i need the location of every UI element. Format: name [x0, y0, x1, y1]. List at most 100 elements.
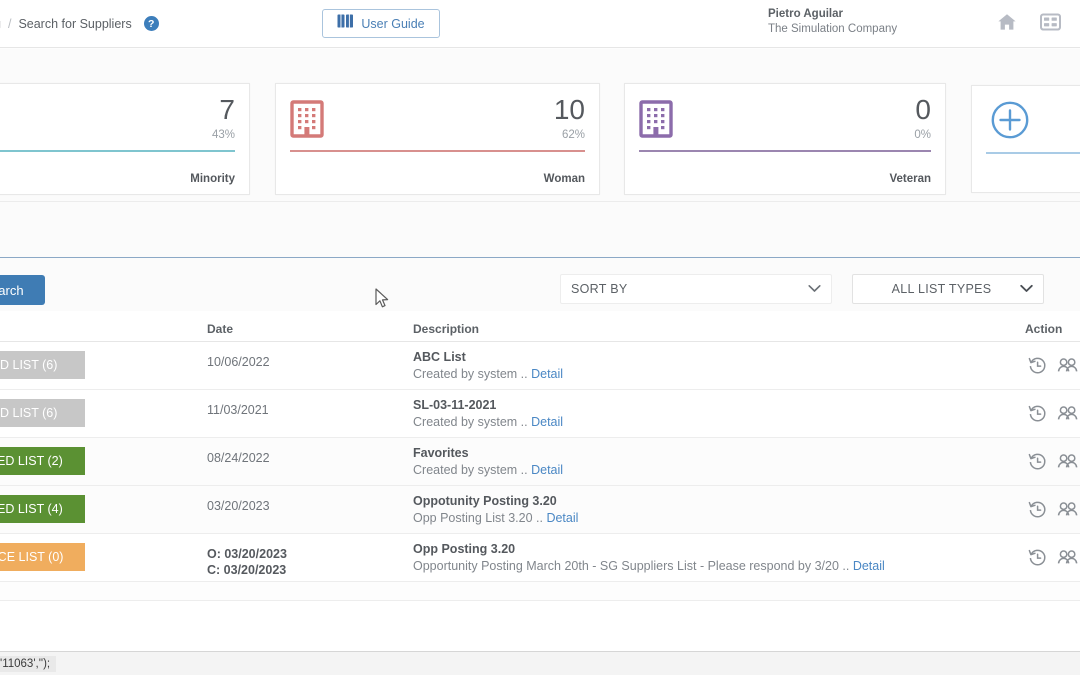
list-type-badge[interactable]: SHARED LIST (4): [0, 495, 85, 523]
user-guide-button[interactable]: User Guide: [322, 9, 440, 38]
add-card-accent-rule: [986, 152, 1080, 154]
list-title[interactable]: ABC List: [413, 349, 563, 366]
breadcrumb-separator: /: [7, 16, 12, 31]
breadcrumb: g / Search for Suppliers ?: [0, 16, 159, 31]
stat-accent-rule: [290, 150, 585, 152]
stat-card-veteran[interactable]: 0 0% Veteran: [624, 83, 946, 195]
user-company: The Simulation Company: [768, 23, 898, 35]
status-bar-text: '11063','');: [0, 655, 57, 672]
list-types-label: ALL LIST TYPES: [891, 282, 992, 296]
table-row[interactable]: SAVED LIST (6) 11/03/2021 SL-03-11-2021 …: [0, 390, 1080, 438]
people-icon[interactable]: [1057, 356, 1078, 375]
history-icon[interactable]: [1028, 452, 1047, 471]
stat-cards-row: 7 43% Minority 10 62% Woman 0 0% Veteran: [0, 49, 1080, 201]
help-icon[interactable]: ?: [143, 16, 159, 31]
list-title[interactable]: Favorites: [413, 445, 563, 462]
detail-link[interactable]: Detail: [531, 367, 563, 381]
list-subtitle: Opportunity Posting March 20th - SG Supp…: [413, 558, 885, 575]
building-icon: [639, 100, 673, 143]
history-icon[interactable]: [1028, 356, 1047, 375]
user-name: Pietro Aguilar: [768, 8, 843, 20]
stat-label: Veteran: [889, 173, 931, 185]
cell-action: [1028, 356, 1078, 375]
people-icon[interactable]: [1057, 404, 1078, 423]
search-input[interactable]: [0, 226, 1080, 257]
list-title[interactable]: SL-03-11-2021: [413, 397, 563, 414]
history-icon[interactable]: [1028, 548, 1047, 567]
chevron-down-icon: [808, 280, 821, 298]
cell-description: Oppotunity Posting 3.20 Opp Posting List…: [413, 493, 578, 527]
detail-link[interactable]: Detail: [546, 511, 578, 525]
list-type-badge[interactable]: SAVED LIST (6): [0, 351, 85, 379]
building-icon: [290, 100, 324, 143]
list-type-badge[interactable]: SAVED LIST (6): [0, 399, 85, 427]
app-page: g / Search for Suppliers ? User Guide Pi…: [0, 0, 1080, 675]
list-subtitle-text: Opportunity Posting March 20th - SG Supp…: [413, 559, 850, 573]
stat-percent: 43%: [211, 129, 235, 141]
chevron-down-icon: [1020, 280, 1033, 298]
table-row[interactable]: SAVED LIST (6) 10/06/2022 ABC List Creat…: [0, 342, 1080, 390]
cell-date: 03/20/2023: [207, 499, 270, 513]
cell-action: [1028, 404, 1078, 423]
grid-icon[interactable]: [1040, 12, 1061, 32]
top-header: g / Search for Suppliers ? User Guide Pi…: [0, 0, 1080, 48]
header-nav-icons: [996, 12, 1061, 32]
detail-link[interactable]: Detail: [531, 463, 563, 477]
footer-spacer: [0, 600, 1080, 651]
list-title[interactable]: Opp Posting 3.20: [413, 541, 885, 558]
search-button[interactable]: Search: [0, 275, 45, 305]
stat-value: 0: [915, 94, 931, 125]
home-icon[interactable]: [996, 12, 1018, 32]
stat-card-minority[interactable]: 7 43% Minority: [0, 83, 250, 195]
list-type-badge[interactable]: SHARED LIST (2): [0, 447, 85, 475]
detail-link[interactable]: Detail: [531, 415, 563, 429]
cell-description: Favorites Created by system .. Detail: [413, 445, 563, 479]
sort-by-label: SORT BY: [571, 282, 628, 296]
people-icon[interactable]: [1057, 548, 1078, 567]
list-subtitle-text: Opp Posting List 3.20 ..: [413, 511, 543, 525]
list-title[interactable]: Oppotunity Posting 3.20: [413, 493, 578, 510]
list-type-badge[interactable]: SOURCE LIST (0): [0, 543, 85, 571]
table-header-row: Date Description Action: [0, 311, 1080, 342]
table-row[interactable]: SHARED LIST (2) 08/24/2022 Favorites Cre…: [0, 438, 1080, 486]
stat-label: Woman: [543, 173, 585, 185]
cell-description: ABC List Created by system .. Detail: [413, 349, 563, 383]
people-icon[interactable]: [1057, 500, 1078, 519]
column-header-date: Date: [207, 322, 234, 336]
breadcrumb-current[interactable]: Search for Suppliers: [18, 17, 131, 31]
stat-accent-rule: [639, 150, 931, 152]
stat-card-add[interactable]: [971, 85, 1080, 193]
cell-date-close: C: 03/20/2023: [207, 563, 287, 577]
stat-label: Minority: [190, 173, 235, 185]
search-input-wrapper: [0, 226, 1080, 258]
table-row[interactable]: SOURCE LIST (0) O: 03/20/2023 C: 03/20/2…: [0, 534, 1080, 582]
list-types-dropdown[interactable]: ALL LIST TYPES: [852, 274, 1044, 304]
history-icon[interactable]: [1028, 404, 1047, 423]
plus-circle-icon[interactable]: [990, 100, 1030, 145]
user-guide-label: User Guide: [361, 16, 425, 31]
user-info[interactable]: Pietro Aguilar The Simulation Company: [768, 7, 948, 37]
stat-value: 7: [219, 94, 235, 125]
cell-description: SL-03-11-2021 Created by system .. Detai…: [413, 397, 563, 431]
detail-link[interactable]: Detail: [853, 559, 885, 573]
sort-by-dropdown[interactable]: SORT BY: [560, 274, 832, 304]
browser-status-bar: '11063','');: [0, 651, 1080, 675]
table-row[interactable]: SHARED LIST (4) 03/20/2023 Oppotunity Po…: [0, 486, 1080, 534]
cell-date-open: O: 03/20/2023: [207, 547, 287, 561]
list-subtitle: Created by system .. Detail: [413, 462, 563, 479]
cell-action: [1028, 500, 1078, 519]
cell-action: [1028, 452, 1078, 471]
stat-accent-rule: [0, 150, 235, 152]
cell-description: Opp Posting 3.20 Opportunity Posting Mar…: [413, 541, 885, 575]
stat-value: 10: [553, 94, 585, 125]
stat-card-woman[interactable]: 10 62% Woman: [275, 83, 600, 195]
cell-action: [1028, 548, 1078, 567]
history-icon[interactable]: [1028, 500, 1047, 519]
column-header-action: Action: [1025, 322, 1063, 336]
breadcrumb-parent[interactable]: g: [0, 17, 1, 31]
cell-date: 10/06/2022: [207, 355, 270, 369]
people-icon[interactable]: [1057, 452, 1078, 471]
cell-date: 08/24/2022: [207, 451, 270, 465]
list-subtitle: Opp Posting List 3.20 .. Detail: [413, 510, 578, 527]
list-subtitle-text: Created by system ..: [413, 415, 528, 429]
